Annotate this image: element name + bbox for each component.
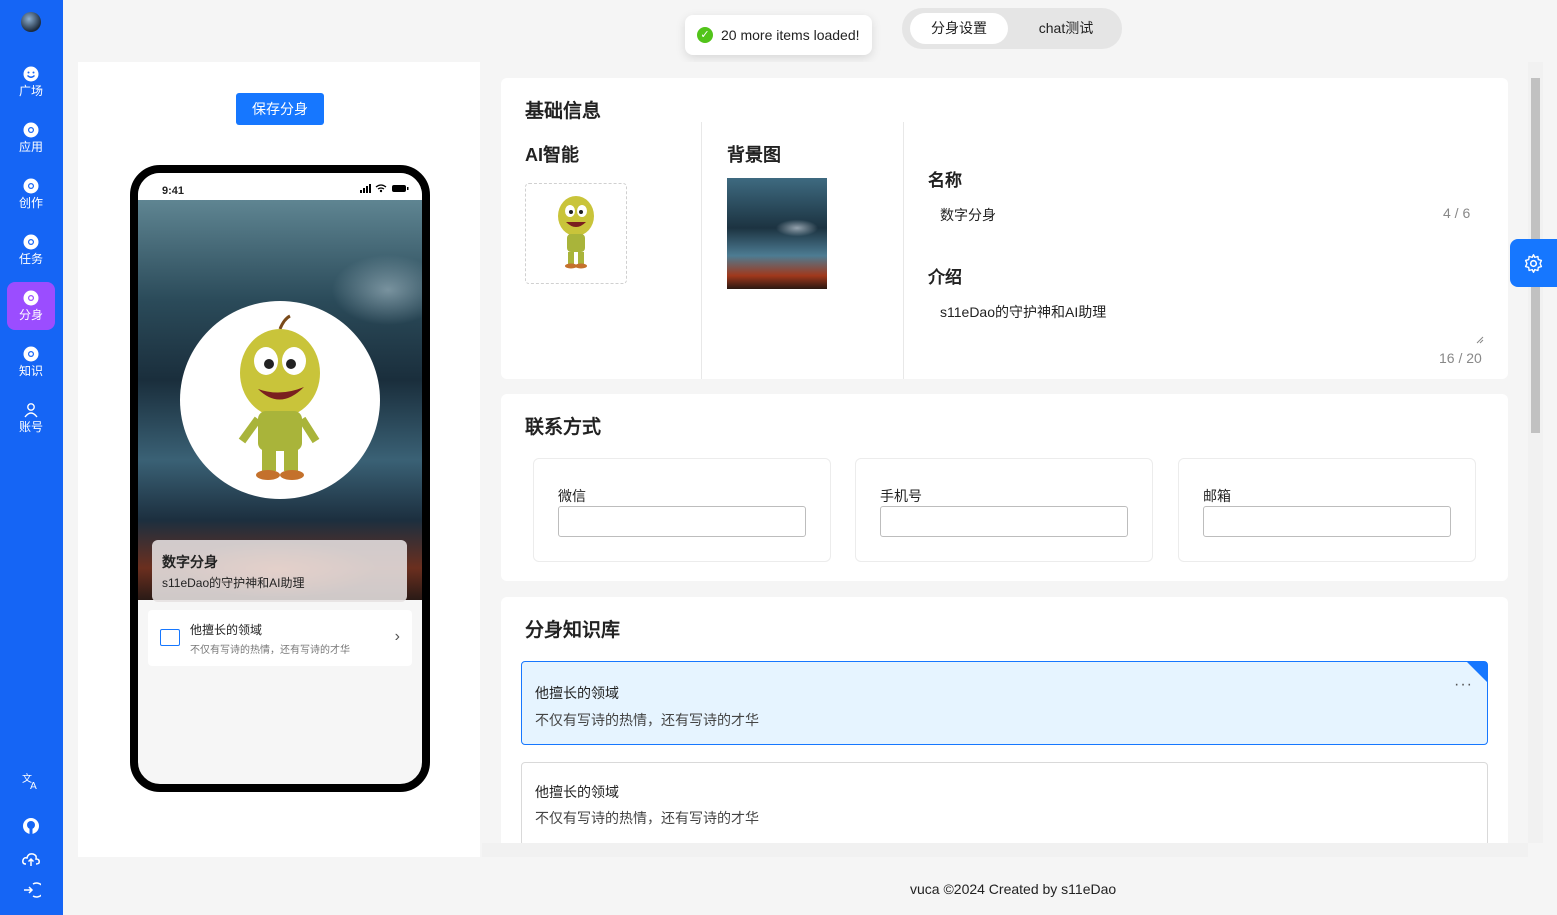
basic-info-card: 基础信息 AI智能 背景图 名称 数字分身 4 / 6 介绍 s11eDao的守… [501, 78, 1508, 379]
contact-card: 联系方式 微信 手机号 邮箱 [501, 394, 1508, 581]
knowledge-title: 分身知识库 [525, 620, 621, 641]
wechat-label: 微信 [558, 488, 586, 504]
phone-hero-background: 数字分身 s11eDao的守护神和AI助理 [138, 200, 422, 602]
github-icon[interactable] [21, 816, 41, 836]
chrome-icon [23, 122, 39, 138]
sidebar-item-create[interactable]: 创作 [7, 170, 55, 218]
sidebar-item-label: 知识 [18, 364, 43, 378]
sidebar-item-label: 广场 [18, 84, 43, 98]
character-thumbnail [558, 196, 594, 269]
sidebar-item-label: 创作 [18, 196, 43, 210]
divider [903, 122, 904, 379]
sidebar-item-knowledge[interactable]: 知识 [7, 338, 55, 386]
save-avatar-button[interactable]: 保存分身 [236, 93, 324, 125]
name-input[interactable]: 数字分身 [940, 205, 996, 225]
smile-icon [23, 66, 39, 82]
toast-text: 20 more items loaded! [721, 27, 860, 43]
intro-textarea[interactable]: s11eDao的守护神和AI助理 [940, 302, 1106, 322]
preview-name: 数字分身 [162, 554, 218, 570]
background-label: 背景图 [727, 145, 781, 165]
sidebar-item-account[interactable]: 账号 [7, 394, 55, 442]
sidebar-item-label: 任务 [18, 252, 43, 266]
knowledge-item[interactable]: 他擅长的领域 不仅有写诗的热情，还有写诗的才华 [521, 762, 1488, 843]
check-circle-icon: ✓ [697, 27, 713, 43]
basic-info-title: 基础信息 [525, 101, 602, 122]
email-label: 邮箱 [1203, 488, 1231, 504]
divider [701, 122, 702, 379]
sidebar: 广场 应用 创作 任务 分身 知识 账号 文A [0, 0, 63, 915]
knowledge-item-subtitle: 不仅有写诗的热情，还有写诗的才华 [535, 712, 759, 728]
wechat-box: 微信 [533, 458, 831, 562]
sidebar-item-avatar[interactable]: 分身 [7, 282, 55, 330]
knowledge-item-title: 他擅长的领域 [535, 784, 619, 800]
phone-input[interactable] [880, 506, 1128, 537]
preview-knowledge-subtitle: 不仅有写诗的热情，还有写诗的才华 [190, 645, 350, 656]
sidebar-item-label: 应用 [18, 140, 43, 154]
toast-message: ✓ 20 more items loaded! [685, 15, 872, 55]
chrome-icon [23, 290, 39, 306]
logo[interactable] [21, 12, 41, 32]
tab-chat-test[interactable]: chat测试 [1018, 13, 1114, 44]
resize-handle-icon[interactable] [1476, 336, 1484, 344]
tab-switcher: 分身设置 chat测试 [902, 8, 1122, 49]
footer-text: vuca ©2024 Created by s11eDao [910, 881, 1117, 897]
intro-label: 介绍 [928, 268, 962, 287]
name-counter: 4 / 6 [1443, 205, 1471, 221]
horizontal-scrollbar[interactable] [482, 843, 1528, 857]
avatar [180, 301, 380, 499]
knowledge-item-subtitle: 不仅有写诗的热情，还有写诗的才华 [535, 810, 759, 826]
ai-avatar-upload[interactable] [525, 183, 627, 284]
contact-title: 联系方式 [525, 417, 602, 438]
phone-label: 手机号 [880, 488, 922, 504]
sidebar-item-label: 账号 [18, 420, 43, 434]
settings-scroll-area: 基础信息 AI智能 背景图 名称 数字分身 4 / 6 介绍 s11eDao的守… [482, 62, 1528, 843]
svg-text:A: A [30, 781, 37, 791]
tab-avatar-settings[interactable]: 分身设置 [910, 13, 1008, 44]
intro-counter: 16 / 20 [1439, 350, 1482, 366]
knowledge-item-title: 他擅长的领域 [535, 685, 619, 701]
phone-status-bar: 9:41 [138, 173, 422, 200]
chevron-right-icon: › [394, 628, 400, 645]
sidebar-item-tasks[interactable]: 任务 [7, 226, 55, 274]
phone-box: 手机号 [855, 458, 1153, 562]
status-time: 9:41 [162, 185, 185, 197]
knowledge-card: 分身知识库 他擅长的领域 不仅有写诗的热情，还有写诗的才华 ··· 他擅长的领域… [501, 597, 1508, 843]
preview-knowledge-card[interactable]: 他擅长的领域 不仅有写诗的热情，还有写诗的才华 › [148, 610, 412, 666]
character-image [238, 314, 320, 480]
logout-icon[interactable] [21, 880, 41, 900]
settings-button[interactable] [1510, 239, 1557, 287]
user-icon [24, 403, 38, 418]
chrome-icon [23, 234, 39, 250]
background-image-thumbnail[interactable] [727, 178, 827, 289]
preview-knowledge-title: 他擅长的领域 [190, 623, 263, 637]
sidebar-item-label: 分身 [18, 308, 43, 322]
id-card-icon [160, 629, 180, 646]
vertical-scrollbar[interactable] [1528, 62, 1543, 843]
preview-description: s11eDao的守护神和AI助理 [162, 576, 305, 590]
knowledge-item[interactable]: 他擅长的领域 不仅有写诗的热情，还有写诗的才华 ··· [521, 661, 1488, 745]
chrome-icon [23, 178, 39, 194]
selected-corner-mark [1467, 662, 1487, 682]
sidebar-item-apps[interactable]: 应用 [7, 114, 55, 162]
chrome-icon [23, 346, 39, 362]
ai-label: AI智能 [525, 145, 579, 165]
gear-icon [1524, 254, 1543, 273]
translate-icon[interactable]: 文A [21, 771, 41, 791]
name-label: 名称 [928, 171, 962, 190]
email-box: 邮箱 [1178, 458, 1476, 562]
cloud-upload-icon[interactable] [21, 849, 41, 869]
preview-name-card: 数字分身 s11eDao的守护神和AI助理 [152, 540, 407, 602]
signal-wifi-battery-icon [360, 184, 409, 193]
wechat-input[interactable] [558, 506, 806, 537]
phone-preview: 9:41 数字分身 s11eDao的守护神和AI助理 他擅长的领域 不仅有写诗的… [130, 165, 430, 792]
sidebar-item-plaza[interactable]: 广场 [7, 58, 55, 106]
email-input[interactable] [1203, 506, 1451, 537]
